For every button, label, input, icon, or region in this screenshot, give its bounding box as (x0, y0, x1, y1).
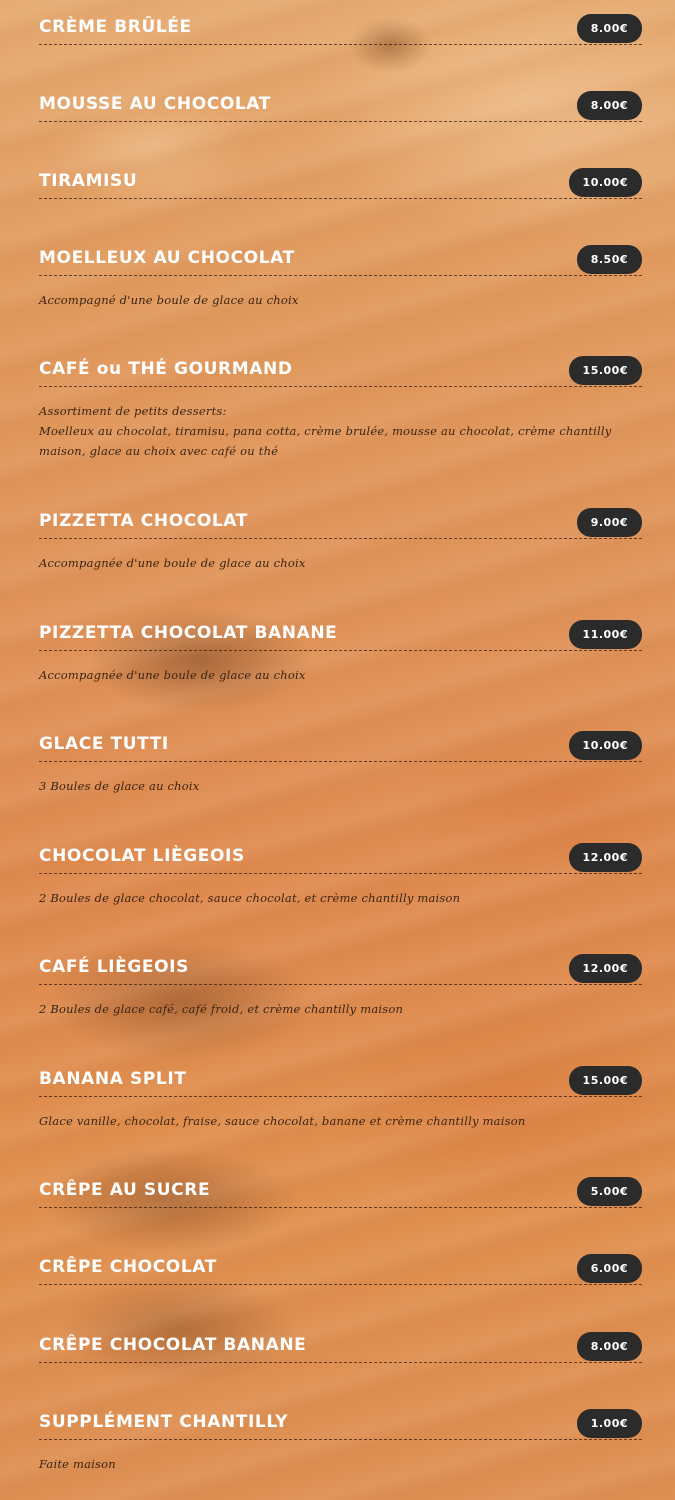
menu-item-description: 3 Boules de glace au choix (39, 776, 642, 796)
menu-item-price-badge: 6.00€ (576, 1254, 642, 1283)
menu-item-name: MOUSSE AU CHOCOLAT (39, 94, 271, 114)
menu-item-price-badge: 12.00€ (568, 954, 642, 983)
menu-item-description-line: maison, glace au choix avec café ou thé (39, 444, 279, 458)
menu-item-name: TIRAMISU (39, 171, 138, 191)
menu-item-description-line: 3 Boules de glace au choix (39, 779, 200, 793)
menu-item-row: PIZZETTA CHOCOLAT BANANE 11.00€ (39, 606, 642, 651)
menu-item-row: MOUSSE AU CHOCOLAT 8.00€ (39, 77, 642, 122)
menu-item: CHOCOLAT LIÈGEOIS 12.00€ 2 Boules de glace… (39, 829, 642, 908)
menu-item-price-badge: 8.50€ (576, 245, 642, 274)
menu-item-row: MOELLEUX AU CHOCOLAT 8.50€ (39, 231, 642, 276)
menu-item-row: CRÊPE CHOCOLAT 6.00€ (39, 1240, 642, 1285)
menu-item-description: Accompagnée d'une boule de glace au choi… (39, 553, 642, 573)
menu-item-row: CRÊPE CHOCOLAT BANANE 8.00€ (39, 1318, 642, 1363)
menu-item-row: CAFÉ ou THÉ GOURMAND 15.00€ (39, 342, 642, 387)
menu-item-price-badge: 10.00€ (568, 168, 642, 197)
menu-item-description: Glace vanille, chocolat, fraise, sauce c… (39, 1111, 642, 1131)
menu-item-description: Accompagné d'une boule de glace au choix (39, 290, 642, 310)
menu-item-description-line: 2 Boules de glace café, café froid, et c… (39, 1002, 404, 1016)
menu-item-description-line: Faite maison (39, 1457, 116, 1471)
menu-item-row: SUPPLÉMENT CHANTILLY 1.00€ (39, 1395, 642, 1440)
menu-item-description: 2 Boules de glace chocolat, sauce chocol… (39, 888, 642, 908)
menu-item-price-badge: 8.00€ (576, 14, 642, 43)
menu-item-price-badge: 15.00€ (568, 1066, 642, 1095)
menu-item-price-badge: 11.00€ (568, 620, 642, 649)
menu-item: CRÊPE AU SUCRE 5.00€ (39, 1163, 642, 1208)
menu-item: GLACE TUTTI 10.00€ 3 Boules de glace au ch… (39, 717, 642, 796)
menu-item-name: MOELLEUX AU CHOCOLAT (39, 248, 295, 268)
menu-item: CAFÉ LIÈGEOIS 12.00€ 2 Boules de glace caf… (39, 940, 642, 1019)
menu-item-row: CRÊPE AU SUCRE 5.00€ (39, 1163, 642, 1208)
menu-item-row: TIRAMISU 10.00€ (39, 154, 642, 199)
menu-item: BANANA SPLIT 15.00€ Glace vanille, chocola… (39, 1052, 642, 1131)
menu-item: SUPPLÉMENT CHANTILLY 1.00€ Faite maison (39, 1395, 642, 1474)
menu-item-price-badge: 8.00€ (576, 91, 642, 120)
menu-item-description-line: Glace vanille, chocolat, fraise, sauce c… (39, 1114, 526, 1128)
menu-item-name: CRÈME BRÛLÉE (39, 17, 192, 37)
menu-item-description-line: Accompagnée d'une boule de glace au choi… (39, 668, 306, 682)
menu-item-row: PIZZETTA CHOCOLAT 9.00€ (39, 494, 642, 539)
menu-item-row: CRÈME BRÛLÉE 8.00€ (39, 0, 642, 45)
menu-item-row: GLACE TUTTI 10.00€ (39, 717, 642, 762)
menu-item: PIZZETTA CHOCOLAT 9.00€ Accompagnée d'une … (39, 494, 642, 573)
menu-item: MOUSSE AU CHOCOLAT 8.00€ (39, 77, 642, 122)
menu-item-description-line: Accompagnée d'une boule de glace au choi… (39, 556, 306, 570)
menu-item-price-badge: 12.00€ (568, 843, 642, 872)
menu-item: CRÈME BRÛLÉE 8.00€ (39, 0, 642, 45)
menu-item-description: 2 Boules de glace café, café froid, et c… (39, 999, 642, 1019)
menu-item-description-line: Accompagné d'une boule de glace au choix (39, 293, 299, 307)
menu-item-name: CRÊPE CHOCOLAT BANANE (39, 1335, 307, 1355)
menu-item-name: SUPPLÉMENT CHANTILLY (39, 1412, 289, 1432)
menu-item-price-badge: 5.00€ (576, 1177, 642, 1206)
menu-item-description: Accompagnée d'une boule de glace au choi… (39, 665, 642, 685)
menu-item: PIZZETTA CHOCOLAT BANANE 11.00€ Accompagné… (39, 606, 642, 685)
menu-item-description-line: Moelleux au chocolat, tiramisu, pana cot… (39, 424, 612, 438)
menu-item-price-badge: 1.00€ (576, 1409, 642, 1438)
menu-item: MOELLEUX AU CHOCOLAT 8.50€ Accompagné d'un… (39, 231, 642, 310)
menu-item-price-badge: 15.00€ (568, 356, 642, 385)
menu-item-name: CHOCOLAT LIÈGEOIS (39, 846, 245, 866)
menu-item-price-badge: 9.00€ (576, 508, 642, 537)
menu-item-name: CRÊPE AU SUCRE (39, 1180, 211, 1200)
menu-item: TIRAMISU 10.00€ (39, 154, 642, 199)
menu-item-description: Faite maison (39, 1454, 642, 1474)
menu-item-row: BANANA SPLIT 15.00€ (39, 1052, 642, 1097)
menu-item-name: PIZZETTA CHOCOLAT (39, 511, 248, 531)
menu-item-name: PIZZETTA CHOCOLAT BANANE (39, 623, 338, 643)
menu-item-price-badge: 10.00€ (568, 731, 642, 760)
menu-item: CAFÉ ou THÉ GOURMAND 15.00€ Assortiment de… (39, 342, 642, 461)
menu-item-name: CRÊPE CHOCOLAT (39, 1257, 217, 1277)
menu-item-name: CAFÉ LIÈGEOIS (39, 957, 189, 977)
menu-item-name: CAFÉ ou THÉ GOURMAND (39, 359, 293, 379)
menu-item-price-badge: 8.00€ (576, 1332, 642, 1361)
menu-item-name: BANANA SPLIT (39, 1069, 187, 1089)
menu-item: CRÊPE CHOCOLAT 6.00€ (39, 1240, 642, 1285)
menu-item-description-line: Assortiment de petits desserts: (39, 404, 227, 418)
menu-item-description: Assortiment de petits desserts: Moelleux … (39, 401, 642, 461)
menu-item-name: GLACE TUTTI (39, 734, 169, 754)
menu-item-description-line: 2 Boules de glace chocolat, sauce chocol… (39, 891, 461, 905)
menu-item-row: CAFÉ LIÈGEOIS 12.00€ (39, 940, 642, 985)
menu-item-row: CHOCOLAT LIÈGEOIS 12.00€ (39, 829, 642, 874)
menu-item: CRÊPE CHOCOLAT BANANE 8.00€ (39, 1318, 642, 1363)
